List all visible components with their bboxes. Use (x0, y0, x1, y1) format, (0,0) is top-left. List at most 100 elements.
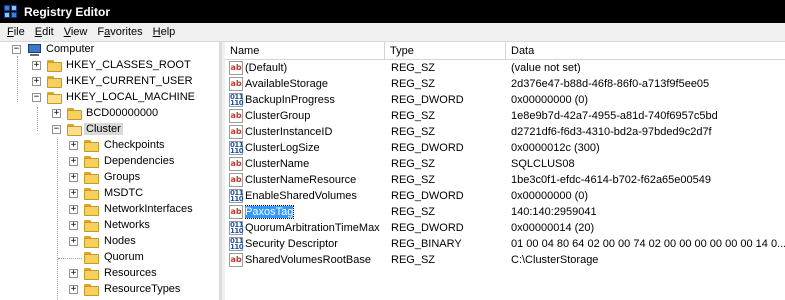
tree-node-resourcetypes[interactable]: + ResourceTypes (0, 282, 219, 298)
tree-node-cluster[interactable]: − Cluster (0, 122, 219, 138)
value-type: REG_BINARY (391, 238, 462, 250)
value-data: 01 00 04 80 64 02 00 00 74 02 00 00 00 0… (511, 238, 785, 250)
registry-editor-icon (4, 4, 18, 19)
expand-icon[interactable]: + (69, 141, 78, 150)
value-name-text: ClusterLogSize (245, 142, 320, 154)
tree-node-groups[interactable]: + Groups (0, 170, 219, 186)
tree-node-hkey-local-machine[interactable]: − HKEY_LOCAL_MACHINE (0, 90, 219, 106)
value-type: REG_SZ (391, 62, 436, 74)
tree-node-resources[interactable]: + Resources (0, 266, 219, 282)
tree-node-msdtc[interactable]: + MSDTC (0, 186, 219, 202)
value-row[interactable]: ab ClusterName REG_SZ SQLCLUS08 (225, 156, 785, 172)
window-title: Registry Editor (24, 4, 111, 19)
collapse-icon[interactable]: − (12, 45, 21, 54)
value-row[interactable]: ab (Default) REG_SZ (value not set) (225, 60, 785, 76)
collapse-icon[interactable]: − (52, 125, 61, 134)
value-row[interactable]: 011 110 BackupInProgress REG_DWORD 0x000000… (225, 92, 785, 108)
value-name-text: Security Descriptor (245, 238, 338, 250)
value-row[interactable]: ab SharedVolumesRootBase REG_SZ C:\ClusterS… (225, 252, 785, 268)
tree-label: NetworkInterfaces (104, 203, 193, 215)
value-data: 0x00000014 (20) (511, 222, 595, 234)
column-header-type[interactable]: Type (385, 42, 506, 60)
folder-icon (84, 140, 100, 152)
value-name-text: EnableSharedVolumes (245, 190, 357, 202)
value-row[interactable]: 011 110 QuorumArbitrationTimeMax REG_DWORD… (225, 220, 785, 236)
string-value-icon: ab (229, 205, 243, 219)
value-data: 1be3c0f1-efdc-4614-b702-f62a65e00549 (511, 174, 711, 186)
tree-label: Checkpoints (104, 139, 165, 151)
value-name-text: AvailableStorage (245, 78, 328, 90)
expand-icon[interactable]: + (32, 77, 41, 86)
value-row[interactable]: 011 110 EnableSharedVolumes REG_DWORD 0x000… (225, 188, 785, 204)
value-name: ClusterName (245, 156, 390, 172)
menu-help[interactable]: Help (148, 26, 181, 38)
folder-icon (47, 60, 63, 72)
string-value-icon: ab (229, 173, 243, 187)
expand-icon[interactable]: + (69, 205, 78, 214)
value-row[interactable]: 011 110 Security Descriptor REG_BINARY 01 0… (225, 236, 785, 252)
value-name-text: BackupInProgress (245, 94, 335, 106)
expand-icon[interactable]: + (69, 269, 78, 278)
menu-favorites[interactable]: Favorites (92, 26, 147, 38)
tree-node-bcd[interactable]: + BCD00000000 (0, 106, 219, 122)
tree-node-checkpoints[interactable]: + Checkpoints (0, 138, 219, 154)
value-name: ClusterLogSize (245, 140, 390, 156)
tree-node-hkey-current-user[interactable]: + HKEY_CURRENT_USER (0, 74, 219, 90)
value-row[interactable]: ab ClusterInstanceID REG_SZ d2721df6-f6d3-4… (225, 124, 785, 140)
tree-label: HKEY_CLASSES_ROOT (66, 59, 191, 71)
string-value-icon: ab (229, 61, 243, 75)
value-name: PaxosTag (245, 204, 390, 220)
binary-value-icon: 011 110 (229, 93, 244, 107)
tree-node-computer[interactable]: − Computer (0, 42, 219, 58)
value-row[interactable]: 011 110 ClusterLogSize REG_DWORD 0x0000012c… (225, 140, 785, 156)
expand-icon[interactable]: + (69, 221, 78, 230)
column-header-name[interactable]: Name (225, 42, 385, 60)
value-data: SQLCLUS08 (511, 158, 575, 170)
expand-icon[interactable]: + (52, 109, 61, 118)
value-name: EnableSharedVolumes (245, 188, 390, 204)
open-folder-icon (47, 92, 63, 104)
expand-icon[interactable]: + (69, 237, 78, 246)
tree-label: Networks (104, 219, 150, 231)
expand-icon[interactable]: + (69, 189, 78, 198)
value-name: Security Descriptor (245, 236, 390, 252)
expand-icon[interactable]: + (32, 61, 41, 70)
value-row[interactable]: ab PaxosTag REG_SZ 140:140:2959041 (225, 204, 785, 220)
tree-node-networkinterfaces[interactable]: + NetworkInterfaces (0, 202, 219, 218)
value-data: C:\ClusterStorage (511, 254, 599, 266)
tree-guide (58, 258, 82, 259)
tree-node-dependencies[interactable]: + Dependencies (0, 154, 219, 170)
folder-icon (84, 220, 100, 232)
expand-icon[interactable]: + (69, 173, 78, 182)
title-bar: Registry Editor (0, 0, 785, 23)
column-header-data[interactable]: Data (506, 42, 785, 60)
menu-file[interactable]: File (2, 26, 30, 38)
tree-label: Quorum (104, 251, 144, 263)
tree-node-nodes[interactable]: + Nodes (0, 234, 219, 250)
value-name-text: ClusterInstanceID (245, 126, 333, 138)
value-row[interactable]: ab AvailableStorage REG_SZ 2d376e47-b88d-46… (225, 76, 785, 92)
tree-node-hkey-classes-root[interactable]: + HKEY_CLASSES_ROOT (0, 58, 219, 74)
value-row[interactable]: ab ClusterGroup REG_SZ 1e8e9b7d-42a7-4955-a… (225, 108, 785, 124)
string-value-icon: ab (229, 157, 243, 171)
tree-label: HKEY_LOCAL_MACHINE (66, 91, 195, 103)
folder-icon (84, 172, 100, 184)
key-tree-pane[interactable]: − Computer + HKEY_CLASSES_ROOT + HKEY_CU… (0, 42, 222, 300)
menu-view[interactable]: View (59, 26, 93, 38)
menu-bar: File Edit View Favorites Help (0, 23, 785, 42)
value-type: REG_SZ (391, 126, 436, 138)
values-list-pane[interactable]: Name Type Data ab (Default) REG_SZ (value n… (225, 42, 785, 300)
tree-node-quorum[interactable]: Quorum (0, 250, 219, 266)
expand-icon[interactable]: + (69, 285, 78, 294)
tree-label: ResourceTypes (104, 283, 181, 295)
string-value-icon: ab (229, 125, 243, 139)
folder-icon (84, 236, 100, 248)
value-type: REG_DWORD (391, 94, 464, 106)
tree-node-networks[interactable]: + Networks (0, 218, 219, 234)
value-name: QuorumArbitrationTimeMax (245, 220, 390, 236)
value-row[interactable]: ab ClusterNameResource REG_SZ 1be3c0f1-efdc… (225, 172, 785, 188)
collapse-icon[interactable]: − (32, 93, 41, 102)
expand-icon[interactable]: + (69, 157, 78, 166)
value-name: (Default) (245, 60, 390, 76)
menu-edit[interactable]: Edit (30, 26, 59, 38)
